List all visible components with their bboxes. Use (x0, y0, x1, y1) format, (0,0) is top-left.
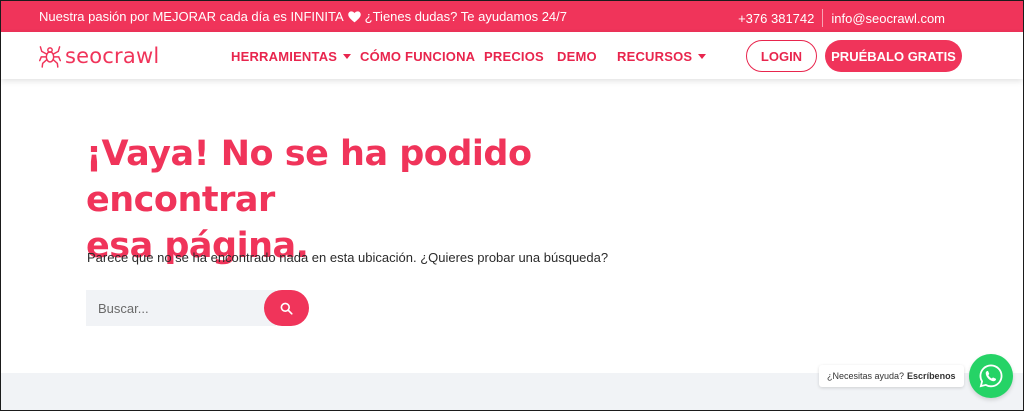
contact-info: +376 381742 info@seocrawl.com (738, 9, 945, 27)
nav-como-funciona[interactable]: CÓMO FUNCIONA (360, 49, 475, 64)
try-free-button[interactable]: PRUÉBALO GRATIS (825, 40, 962, 72)
caret-down-icon (698, 54, 707, 59)
main-content: ¡Vaya! No se ha podido encontrar esa pág… (1, 79, 1023, 373)
caret-down-icon (343, 54, 352, 59)
nav-label: PRECIOS (484, 49, 544, 64)
logo[interactable]: seocrawl (39, 44, 159, 68)
promo-message: Nuestra pasión por MEJORAR cada día es I… (39, 9, 567, 24)
search-button[interactable] (264, 290, 309, 326)
whatsapp-button[interactable] (969, 354, 1013, 398)
nav-label: HERRAMIENTAS (231, 49, 338, 64)
phone-link[interactable]: +376 381742 (738, 11, 814, 26)
spider-logo-icon (39, 46, 61, 68)
logo-text: seocrawl (65, 44, 160, 68)
nav-recursos[interactable]: RECURSOS (617, 49, 707, 64)
heart-icon (347, 10, 361, 22)
top-promo-bar: Nuestra pasión por MEJORAR cada día es I… (1, 1, 1023, 32)
nav-label: CÓMO FUNCIONA (360, 49, 476, 64)
nav-herramientas[interactable]: HERRAMIENTAS (231, 49, 352, 64)
main-navbar: seocrawl HERRAMIENTAS CÓMO FUNCIONA PREC… (1, 32, 1023, 79)
promo-question: ¿Tienes dudas? Te ayudamos 24/7 (364, 9, 568, 24)
search-input[interactable] (86, 290, 276, 326)
not-found-message: Parece que no se ha encontrado nada en e… (87, 250, 609, 265)
whatsapp-prompt-text: ¿Necesitas ayuda? (827, 371, 905, 381)
nav-label: DEMO (557, 49, 597, 64)
whatsapp-action-text: Escríbenos (907, 371, 956, 381)
email-link[interactable]: info@seocrawl.com (831, 11, 945, 26)
whatsapp-icon (979, 364, 1003, 388)
search-icon (280, 302, 293, 315)
login-button[interactable]: LOGIN (746, 40, 817, 72)
contact-divider (822, 9, 824, 27)
nav-label: RECURSOS (617, 49, 693, 64)
whatsapp-prompt[interactable]: ¿Necesitas ayuda? Escríbenos (819, 365, 964, 387)
nav-precios[interactable]: PRECIOS (484, 49, 544, 64)
promo-text: Nuestra pasión por MEJORAR cada día es I… (39, 9, 344, 24)
page-title: ¡Vaya! No se ha podido encontrar esa pág… (86, 131, 686, 269)
title-line-1: ¡Vaya! No se ha podido encontrar (86, 134, 532, 220)
nav-demo[interactable]: DEMO (557, 49, 597, 64)
